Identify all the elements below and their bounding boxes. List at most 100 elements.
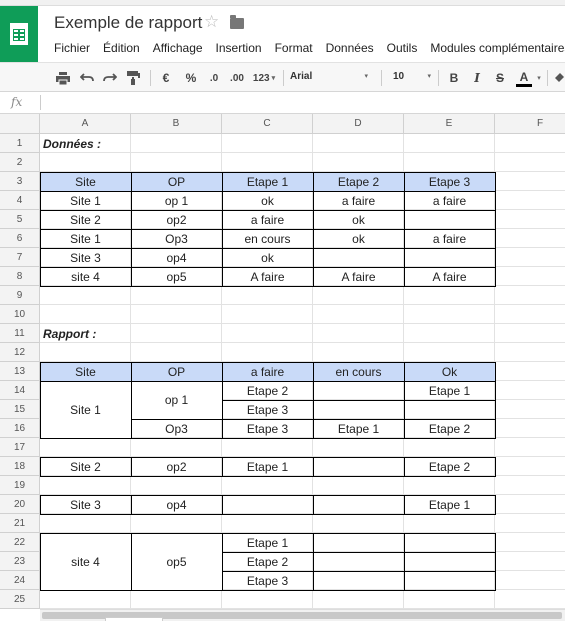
- report-cell[interactable]: Etape 3: [222, 419, 314, 439]
- row-header[interactable]: 14: [0, 381, 40, 400]
- row-header[interactable]: 11: [0, 324, 40, 343]
- data-cell[interactable]: Site 3: [40, 248, 132, 268]
- menu-outils[interactable]: Outils: [387, 41, 418, 57]
- row-header[interactable]: 22: [0, 533, 40, 552]
- report-site-cell[interactable]: Site 1: [40, 381, 132, 439]
- report-op-cell[interactable]: op5: [131, 533, 223, 591]
- data-cell[interactable]: ok: [222, 248, 314, 268]
- report-op-cell[interactable]: Op3: [131, 419, 223, 439]
- report-cell[interactable]: Etape 1: [404, 495, 496, 515]
- data-cell[interactable]: Op3: [131, 229, 223, 249]
- redo-icon[interactable]: [101, 68, 119, 88]
- data-header-etape2[interactable]: Etape 2: [313, 172, 405, 192]
- data-cell[interactable]: ok: [313, 210, 405, 230]
- row-header[interactable]: 24: [0, 571, 40, 590]
- report-cell[interactable]: [404, 400, 496, 420]
- report-header-ok[interactable]: Ok: [404, 362, 496, 382]
- row-header[interactable]: 3: [0, 172, 40, 191]
- star-icon[interactable]: ☆: [204, 12, 219, 32]
- row-header[interactable]: 8: [0, 267, 40, 286]
- report-cell[interactable]: Etape 2: [222, 381, 314, 401]
- data-cell[interactable]: a faire: [404, 191, 496, 211]
- report-cell[interactable]: [313, 400, 405, 420]
- row-header[interactable]: 21: [0, 514, 40, 533]
- report-cell[interactable]: [404, 533, 496, 553]
- data-cell[interactable]: ok: [222, 191, 314, 211]
- data-cell[interactable]: Site 1: [40, 191, 132, 211]
- data-cell[interactable]: en cours: [222, 229, 314, 249]
- data-cell[interactable]: op 1: [131, 191, 223, 211]
- heading-donnees[interactable]: Données :: [40, 134, 222, 153]
- report-cell[interactable]: Etape 2: [222, 552, 314, 572]
- row-header[interactable]: 23: [0, 552, 40, 571]
- row-header[interactable]: 20: [0, 495, 40, 514]
- report-cell[interactable]: Etape 3: [222, 571, 314, 591]
- data-cell[interactable]: a faire: [404, 229, 496, 249]
- row-header[interactable]: 19: [0, 476, 40, 495]
- select-all-corner[interactable]: [0, 114, 40, 134]
- folder-icon[interactable]: [230, 15, 244, 29]
- row-header[interactable]: 13: [0, 362, 40, 381]
- menu-format[interactable]: Format: [275, 41, 313, 57]
- report-cell[interactable]: [313, 571, 405, 591]
- column-header-d[interactable]: D: [313, 114, 404, 134]
- number-format-button[interactable]: 123 ▾: [251, 68, 277, 88]
- report-header-en-cours[interactable]: en cours: [313, 362, 405, 382]
- report-op-cell[interactable]: op4: [131, 495, 223, 515]
- report-cell[interactable]: [313, 552, 405, 572]
- report-cell[interactable]: Etape 1: [313, 419, 405, 439]
- report-header-op[interactable]: OP: [131, 362, 223, 382]
- data-cell[interactable]: ok: [313, 229, 405, 249]
- report-cell[interactable]: [313, 381, 405, 401]
- row-header[interactable]: 7: [0, 248, 40, 267]
- row-header[interactable]: 6: [0, 229, 40, 248]
- report-op-cell[interactable]: op2: [131, 457, 223, 477]
- sheet-tab[interactable]: [105, 617, 163, 621]
- row-header[interactable]: 25: [0, 590, 40, 609]
- report-cell[interactable]: [222, 495, 314, 515]
- fill-color-icon[interactable]: [553, 68, 565, 88]
- data-cell[interactable]: Site 1: [40, 229, 132, 249]
- report-cell[interactable]: [313, 495, 405, 515]
- report-cell[interactable]: Etape 1: [222, 457, 314, 477]
- column-header-b[interactable]: B: [131, 114, 222, 134]
- report-op-cell[interactable]: op 1: [131, 381, 223, 420]
- decrease-decimal-button[interactable]: .0: [205, 68, 223, 88]
- text-color-button[interactable]: A: [515, 68, 533, 88]
- percent-button[interactable]: %: [182, 68, 200, 88]
- report-header-a-faire[interactable]: a faire: [222, 362, 314, 382]
- report-cell[interactable]: [313, 533, 405, 553]
- chevron-down-icon[interactable]: ▾: [535, 68, 543, 88]
- strikethrough-button[interactable]: S: [492, 68, 508, 88]
- row-header[interactable]: 18: [0, 457, 40, 476]
- menu-insertion[interactable]: Insertion: [216, 41, 262, 57]
- document-title[interactable]: Exemple de rapport: [54, 13, 202, 33]
- report-site-cell[interactable]: site 4: [40, 533, 132, 591]
- currency-button[interactable]: €: [158, 68, 174, 88]
- print-icon[interactable]: [54, 68, 72, 88]
- menu-modules[interactable]: Modules complémentaires: [430, 41, 565, 57]
- row-header[interactable]: 17: [0, 438, 40, 457]
- data-header-op[interactable]: OP: [131, 172, 223, 192]
- column-header-f[interactable]: F: [495, 114, 565, 134]
- row-header[interactable]: 12: [0, 343, 40, 362]
- row-header[interactable]: 16: [0, 419, 40, 438]
- font-family-select[interactable]: Arial ▾: [290, 71, 368, 82]
- menu-affichage[interactable]: Affichage: [153, 41, 203, 57]
- sheets-logo-icon[interactable]: [0, 6, 38, 62]
- data-header-etape1[interactable]: Etape 1: [222, 172, 314, 192]
- paint-format-icon[interactable]: [124, 68, 142, 88]
- data-cell[interactable]: A faire: [222, 267, 314, 287]
- data-cell[interactable]: A faire: [404, 267, 496, 287]
- report-cell[interactable]: [404, 571, 496, 591]
- data-cell[interactable]: a faire: [313, 191, 405, 211]
- report-cell[interactable]: Etape 1: [404, 381, 496, 401]
- row-header[interactable]: 1: [0, 134, 40, 153]
- font-size-select[interactable]: 10 ▾: [393, 71, 431, 82]
- row-header[interactable]: 5: [0, 210, 40, 229]
- data-cell[interactable]: [404, 210, 496, 230]
- row-header[interactable]: 9: [0, 286, 40, 305]
- data-cell[interactable]: Site 2: [40, 210, 132, 230]
- row-header[interactable]: 2: [0, 153, 40, 172]
- row-header[interactable]: 10: [0, 305, 40, 324]
